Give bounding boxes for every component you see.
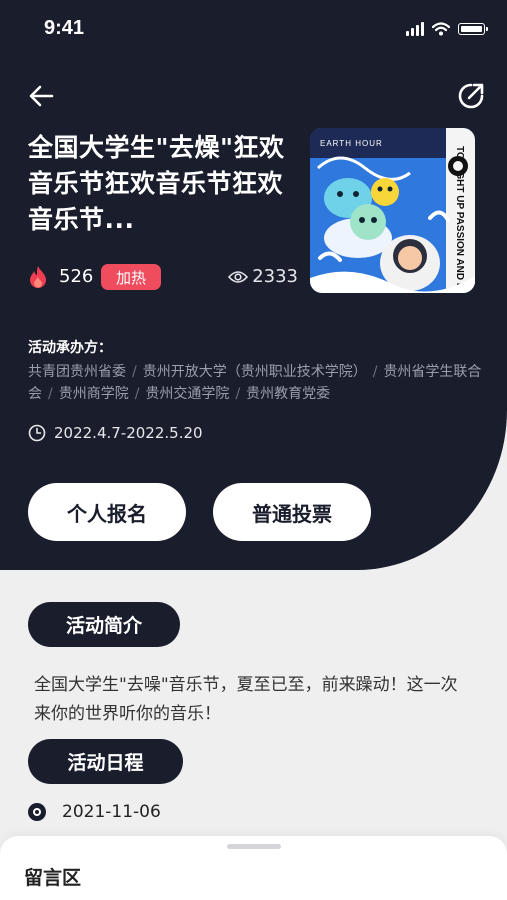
organizer-item: 贵州交通学院: [145, 386, 230, 402]
organizers-label: 活动承办方：: [28, 340, 112, 356]
event-stats: 526 加热 2333: [28, 262, 300, 292]
poster-illustration: EARTH HOUR TO LIGHT UP PASSION AND BRING…: [310, 128, 475, 293]
vote-button[interactable]: 普通投票: [213, 483, 371, 541]
signup-button[interactable]: 个人报名: [28, 483, 186, 541]
wifi-icon: [432, 22, 450, 36]
sheet-drag-handle[interactable]: [227, 844, 281, 849]
organizer-item: 贵州开放大学（贵州职业技术学院）: [142, 364, 367, 380]
date-range: 2022.4.7-2022.5.20: [54, 424, 203, 442]
event-poster[interactable]: EARTH HOUR TO LIGHT UP PASSION AND BRING…: [310, 128, 475, 293]
clock-icon: [28, 424, 46, 442]
share-icon[interactable]: [455, 80, 487, 112]
schedule-date: 2021-11-06: [62, 802, 161, 822]
organizer-item: 贵州教育党委: [246, 386, 331, 402]
timeline-dot-icon: [28, 803, 46, 821]
hot-count: 526: [59, 266, 94, 287]
cellular-signal-icon: [406, 22, 424, 36]
battery-icon: [458, 23, 488, 35]
poster-top-text: EARTH HOUR: [320, 139, 383, 148]
eye-icon: [228, 270, 249, 283]
view-count: 2333: [228, 266, 298, 287]
intro-heading: 活动简介: [28, 602, 180, 647]
organizers-list: 共青团贵州省委 / 贵州开放大学（贵州职业技术学院） / 贵州省学生联合会 / 贵州商学院 /…: [28, 364, 482, 402]
status-bar: 9:41: [0, 0, 507, 60]
comments-sheet[interactable]: 留言区: [0, 836, 507, 900]
organizer-item: 共青团贵州省委: [28, 364, 126, 380]
schedule-item: 2021-11-06: [28, 802, 161, 822]
boost-button[interactable]: 加热: [101, 264, 161, 290]
organizer-item: 贵州商学院: [58, 386, 129, 402]
status-time: 9:41: [44, 17, 85, 39]
intro-text: 全国大学生"去噪"音乐节，夏至已至，前来躁动！这一次来你的世界听你的音乐！: [34, 675, 458, 724]
schedule-heading: 活动日程: [28, 739, 183, 784]
fire-icon: [30, 266, 46, 288]
event-title: 全国大学生"去燥"狂欢音乐节狂欢音乐节狂欢音乐节...: [28, 133, 285, 234]
view-count-value: 2333: [252, 266, 298, 287]
system-icons: [406, 22, 488, 36]
comments-title: 留言区: [24, 867, 82, 889]
back-arrow-icon[interactable]: [28, 82, 56, 110]
event-date: 2022.4.7-2022.5.20: [28, 424, 203, 442]
